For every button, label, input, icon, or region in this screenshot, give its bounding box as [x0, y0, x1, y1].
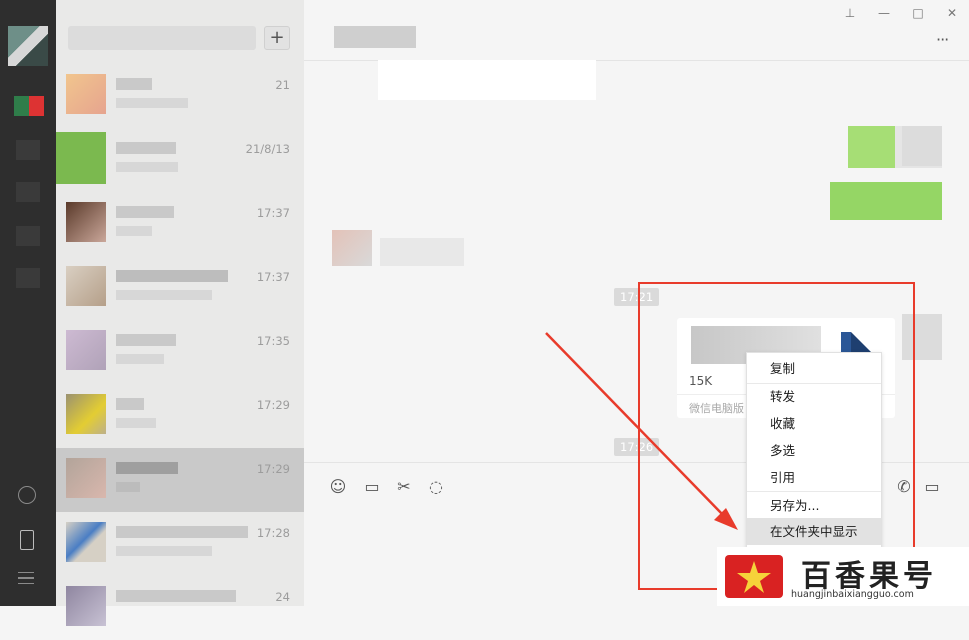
star-icon [737, 561, 771, 593]
watermark-logo [725, 555, 783, 598]
annotation-arrow [545, 332, 738, 530]
watermark-url: huangjinbaixiangguo.com [791, 589, 914, 600]
watermark: 百香果号 huangjinbaixiangguo.com [717, 547, 969, 606]
